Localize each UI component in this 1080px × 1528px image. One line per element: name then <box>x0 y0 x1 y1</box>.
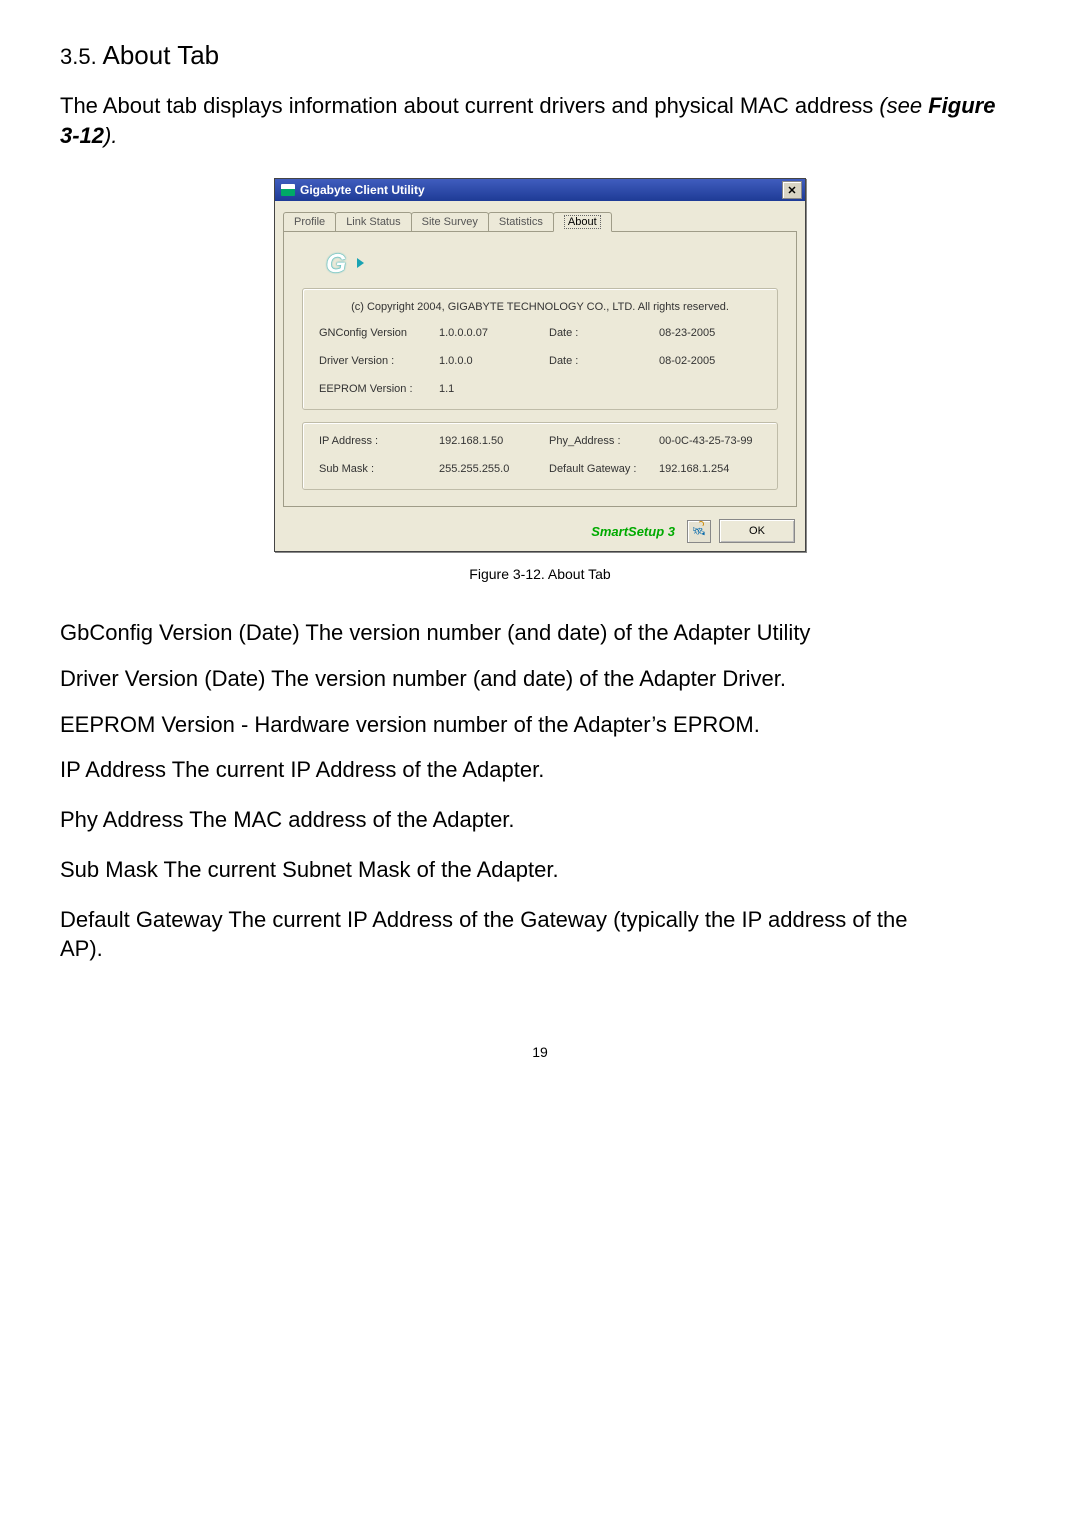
label-phy: Phy_Address : <box>549 435 659 447</box>
ok-button[interactable]: OK <box>719 519 795 543</box>
term: Driver Version (Date) <box>60 666 265 691</box>
intro-text: The About tab displays information about… <box>60 93 879 118</box>
section-number: 3.5. <box>60 44 97 69</box>
group-network: IP Address : 192.168.1.50 Phy_Address : … <box>302 422 778 490</box>
label-date2: Date : <box>549 355 659 367</box>
term: Sub Mask <box>60 857 158 882</box>
tab-statistics[interactable]: Statistics <box>488 212 554 231</box>
row-ip: IP Address : 192.168.1.50 Phy_Address : … <box>319 435 761 447</box>
value-ip: 192.168.1.50 <box>439 435 549 447</box>
tab-label: About <box>564 215 601 229</box>
term: EEPROM Version - <box>60 712 248 737</box>
value-date2: 08-02-2005 <box>659 355 761 367</box>
value-eeprom: 1.1 <box>439 383 549 395</box>
section-title: About Tab <box>103 40 220 70</box>
intro-ref-close: ). <box>104 123 117 148</box>
body: The current IP Address of the Gateway (t… <box>223 907 908 932</box>
value-phy: 00-0C-43-25-73-99 <box>659 435 761 447</box>
body: The version number (and date) of the Ada… <box>265 666 786 691</box>
page-number: 19 <box>60 1044 1020 1060</box>
group-versions: (c) Copyright 2004, GIGABYTE TECHNOLOGY … <box>302 288 778 410</box>
bottom-button-bar: SmartSetup 3 🛰 OK <box>275 515 805 551</box>
desc-submask: Sub Mask The current Subnet Mask of the … <box>60 855 1020 885</box>
tab-label: Statistics <box>499 216 543 228</box>
desc-gateway: Default Gateway The current IP Address o… <box>60 905 1020 964</box>
ok-label: OK <box>749 525 765 537</box>
dialog-window: Gigabyte Client Utility ✕ Profile Link S… <box>274 178 806 552</box>
body: The MAC address of the Adapter. <box>184 807 515 832</box>
desc-eeprom: EEPROM Version - Hardware version number… <box>60 710 1020 740</box>
body: The version number (and date) of the Ada… <box>300 620 811 645</box>
row-submask: Sub Mask : 255.255.255.0 Default Gateway… <box>319 463 761 475</box>
term: Phy Address <box>60 807 184 832</box>
desc-ip: IP Address The current IP Address of the… <box>60 755 1020 785</box>
value-date1: 08-23-2005 <box>659 327 761 339</box>
tab-about[interactable]: About <box>553 212 612 232</box>
gigabyte-logo-icon: G <box>326 248 360 274</box>
term: GbConfig Version (Date) <box>60 620 300 645</box>
tab-site-survey[interactable]: Site Survey <box>411 212 489 231</box>
label-eeprom: EEPROM Version : <box>319 383 439 395</box>
intro-ref-open: (see <box>879 93 928 118</box>
tab-label: Site Survey <box>422 216 478 228</box>
tab-strip: Profile Link Status Site Survey Statisti… <box>275 201 805 231</box>
body: Hardware version number of the Adapter’s… <box>248 712 760 737</box>
copyright-text: (c) Copyright 2004, GIGABYTE TECHNOLOGY … <box>319 301 761 313</box>
value-gnconfig: 1.0.0.0.07 <box>439 327 549 339</box>
term: Default Gateway <box>60 907 223 932</box>
tab-label: Link Status <box>346 216 400 228</box>
row-eeprom: EEPROM Version : 1.1 <box>319 383 761 395</box>
label-ip: IP Address : <box>319 435 439 447</box>
row-driver: Driver Version : 1.0.0.0 Date : 08-02-20… <box>319 355 761 367</box>
body: The current IP Address of the Adapter. <box>166 757 544 782</box>
close-button[interactable]: ✕ <box>782 181 802 199</box>
window-title: Gigabyte Client Utility <box>300 183 425 197</box>
term: IP Address <box>60 757 166 782</box>
tab-profile[interactable]: Profile <box>283 212 336 231</box>
close-icon: ✕ <box>787 184 796 197</box>
desc-gbconfig: GbConfig Version (Date) The version numb… <box>60 618 1020 648</box>
value-driver: 1.0.0.0 <box>439 355 549 367</box>
desc-phy: Phy Address The MAC address of the Adapt… <box>60 805 1020 835</box>
body-cont: AP). <box>60 936 103 961</box>
label-gateway: Default Gateway : <box>549 463 659 475</box>
tab-link-status[interactable]: Link Status <box>335 212 411 231</box>
tab-label: Profile <box>294 216 325 228</box>
radar-icon: 🛰 <box>692 525 706 538</box>
about-panel: G (c) Copyright 2004, GIGABYTE TECHNOLOG… <box>283 231 797 507</box>
label-driver: Driver Version : <box>319 355 439 367</box>
value-gateway: 192.168.1.254 <box>659 463 761 475</box>
smartsetup-label: SmartSetup 3 <box>591 524 675 539</box>
desc-driver: Driver Version (Date) The version number… <box>60 664 1020 694</box>
value-submask: 255.255.255.0 <box>439 463 549 475</box>
body: The current Subnet Mask of the Adapter. <box>158 857 559 882</box>
label-submask: Sub Mask : <box>319 463 439 475</box>
intro-paragraph: The About tab displays information about… <box>60 91 1020 150</box>
section-heading: 3.5. About Tab <box>60 40 1020 71</box>
title-bar: Gigabyte Client Utility ✕ <box>275 179 805 201</box>
label-date1: Date : <box>549 327 659 339</box>
figure-caption: Figure 3-12. About Tab <box>60 566 1020 582</box>
app-icon <box>281 184 295 196</box>
label-gnconfig: GNConfig Version <box>319 327 439 339</box>
smartsetup-button[interactable]: 🛰 <box>687 520 711 543</box>
row-gnconfig: GNConfig Version 1.0.0.0.07 Date : 08-23… <box>319 327 761 339</box>
